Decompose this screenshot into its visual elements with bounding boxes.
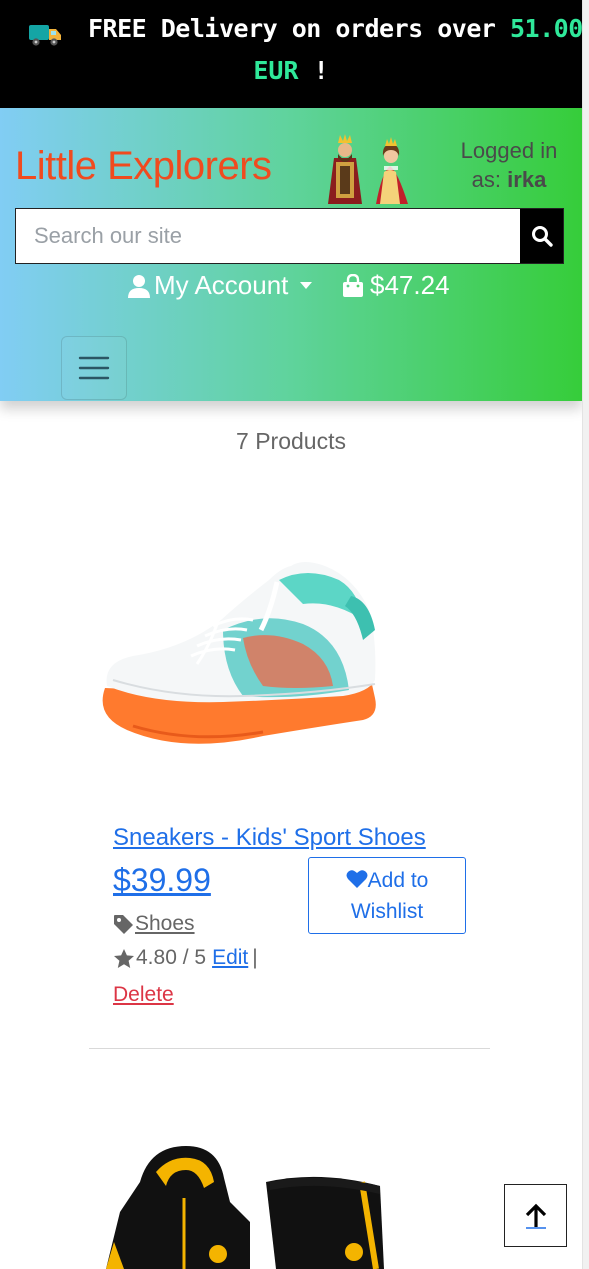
tag-icon [114, 914, 133, 934]
product-divider [89, 1048, 490, 1049]
product-category[interactable]: Shoes [113, 912, 195, 936]
search-input[interactable] [16, 209, 521, 263]
scrollbar[interactable] [582, 0, 589, 1269]
back-to-top-button[interactable] [504, 1184, 567, 1247]
user-icon [128, 274, 150, 298]
cart-link[interactable]: $47.24 [342, 270, 450, 301]
search-form [15, 208, 564, 264]
royal-couple-icon [328, 134, 408, 204]
nav-toggle-button[interactable] [61, 336, 127, 400]
product-image[interactable] [93, 540, 389, 762]
account-label: My Account [154, 270, 289, 300]
promo-text-cont: EUR ! [253, 56, 329, 85]
heart-icon [346, 870, 368, 888]
edit-link[interactable]: Edit [212, 946, 248, 970]
delete-link[interactable]: Delete [113, 983, 174, 1007]
arrow-up-icon [525, 1203, 546, 1229]
product-image[interactable] [100, 1142, 390, 1269]
chevron-down-icon [300, 282, 313, 289]
search-icon [531, 226, 553, 247]
separator: | [252, 946, 258, 969]
promo-currency: EUR [253, 56, 299, 85]
page: FREE Delivery on orders over 51.00 EUR !… [0, 0, 582, 1269]
login-status: Logged in as: irka [460, 138, 558, 192]
category-label: Shoes [135, 912, 195, 935]
product-price[interactable]: $39.99 [113, 862, 211, 899]
truck-icon [29, 25, 61, 46]
hamburger-menu-icon [78, 356, 110, 380]
product-rating-row: 4.80 / 5 Edit | [113, 946, 258, 970]
product-count: 7 Products [236, 428, 346, 454]
rating-value: 4.80 / 5 [136, 946, 207, 969]
promo-text: FREE Delivery on orders over 51.00 [88, 14, 582, 43]
promo-amount: 51.00 [510, 14, 582, 43]
account-dropdown[interactable]: My Account [128, 270, 313, 301]
shopping-bag-icon [343, 273, 363, 297]
site-header: Little Explorers Logged in as: irka Sear… [0, 108, 582, 401]
product-name-link[interactable]: Sneakers - Kids' Sport Shoes [113, 824, 426, 852]
star-icon [114, 948, 134, 968]
add-to-wishlist-button[interactable]: Add to Wishlist [308, 857, 466, 934]
brand-logo[interactable]: Little Explorers [15, 144, 272, 189]
username: irka [507, 167, 547, 192]
cart-total: $47.24 [370, 270, 450, 300]
search-button[interactable] [520, 209, 563, 263]
promo-banner: FREE Delivery on orders over 51.00 EUR ! [0, 0, 582, 108]
